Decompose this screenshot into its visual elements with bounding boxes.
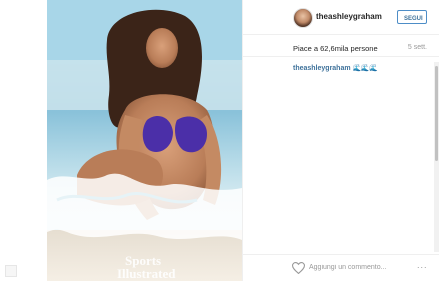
scrollbar-thumb[interactable] (435, 66, 438, 161)
post-time[interactable]: 5 sett. (408, 44, 427, 51)
watermark-line2: Illustrated (117, 266, 176, 281)
more-options-icon[interactable]: ... (417, 260, 428, 270)
post-footer: ... (243, 254, 439, 282)
post-sidebar: theashleygraham SEGUI Piace a 62,6mila p… (243, 0, 439, 281)
caption-row: theashleygraham 🌊🌊🌊 (243, 56, 439, 72)
caption-text: 🌊🌊🌊 (352, 65, 378, 72)
username-link[interactable]: theashleygraham (316, 12, 382, 21)
post-header: theashleygraham SEGUI (243, 0, 439, 35)
comments-scrollbar[interactable] (434, 62, 439, 252)
caption: theashleygraham 🌊🌊🌊 (293, 64, 378, 72)
left-margin (0, 0, 47, 281)
page-corner-box (5, 265, 17, 277)
avatar[interactable] (293, 8, 313, 28)
follow-button[interactable]: SEGUI (397, 10, 427, 24)
likes-count[interactable]: Piace a 62,6mila persone (293, 44, 378, 53)
heart-icon[interactable] (291, 261, 306, 275)
caption-author-link[interactable]: theashleygraham (293, 65, 351, 72)
post-photo[interactable]: Sports Illustrated (47, 0, 242, 281)
comment-input[interactable] (309, 260, 409, 274)
likes-row: Piace a 62,6mila persone 5 sett. (243, 44, 439, 56)
photo-illustration: Sports Illustrated (47, 0, 242, 281)
face (146, 28, 178, 68)
